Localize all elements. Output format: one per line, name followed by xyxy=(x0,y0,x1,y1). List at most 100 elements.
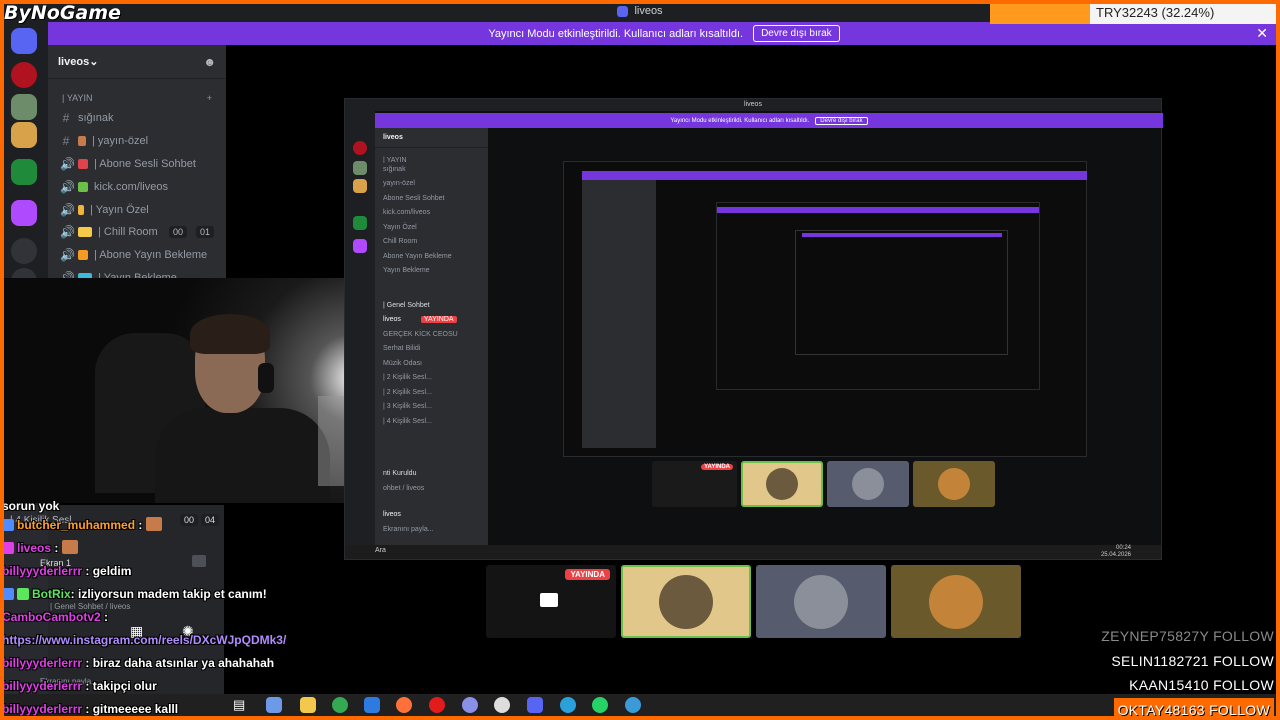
shared-voice-user: | 2 Kişilik Sesl... xyxy=(383,388,432,396)
channel-label: | Abone Yayın Bekleme xyxy=(94,249,208,262)
shared-banner-text: Yayıncı Modu etkinleştirildi. Kullanıcı … xyxy=(670,117,810,124)
chrome-icon[interactable] xyxy=(332,697,348,713)
streamer-body xyxy=(155,408,330,503)
shared-screen-window: liveos Yayıncı Modu etkinleştirildi. Kul… xyxy=(344,98,1163,560)
chat-message: liveos : xyxy=(2,537,302,560)
hash-icon: # xyxy=(62,111,70,126)
nested-banner xyxy=(717,207,1039,213)
server-icon-star xyxy=(353,141,367,155)
server-header[interactable]: liveos ⌄ ☻ xyxy=(48,45,226,79)
bot-badge-icon xyxy=(17,588,29,600)
shared-channel: Chill Room xyxy=(383,238,418,245)
shared-voice-user: | 3 Kişilik Sesl... xyxy=(383,403,432,410)
edge-icon[interactable] xyxy=(625,697,641,713)
shared-server-name: liveos xyxy=(375,128,488,148)
channel-label: | Abone Sesli Sohbet xyxy=(94,157,196,170)
channel-item[interactable]: # | yayın-özel xyxy=(48,130,226,153)
ticker-value: TRY32243 (32.24%) xyxy=(1090,2,1280,24)
window-title: liveos xyxy=(617,5,663,17)
chat-overlay: sorun yok butcher_muhammed : liveos : bi… xyxy=(2,498,302,720)
channel-category[interactable]: | YAYIN + xyxy=(48,79,226,107)
shared-streamer-banner: Yayıncı Modu etkinleştirildi. Kullanıcı … xyxy=(375,113,1163,128)
channel-item[interactable]: # sığınak xyxy=(48,107,226,130)
nested-screen-3 xyxy=(795,230,1008,355)
emoji-icon xyxy=(78,204,84,215)
user-count-badge: 00 xyxy=(168,226,187,239)
whatsapp-icon[interactable] xyxy=(592,697,608,713)
speaker-icon: 🔊 xyxy=(60,248,75,263)
follower-entry: SELIN1182721 FOLLOW xyxy=(1111,652,1274,669)
server-icon-star[interactable] xyxy=(11,62,37,88)
nested-sidebar xyxy=(582,180,656,448)
emoji-icon xyxy=(78,136,86,147)
app-icon[interactable] xyxy=(462,697,478,713)
opera-icon[interactable] xyxy=(429,697,445,713)
headset-icon xyxy=(258,363,274,393)
add-member-icon[interactable]: ☻ xyxy=(203,55,216,69)
speaker-icon: 🔊 xyxy=(60,202,75,217)
stream-tile-live[interactable]: YAYINDA xyxy=(486,565,616,638)
firefox-icon[interactable] xyxy=(396,697,412,713)
avatar xyxy=(659,574,713,629)
live-badge: YAYINDA xyxy=(565,569,610,580)
broadcaster-badge-icon xyxy=(2,542,14,554)
channel-item[interactable]: 🔊 | Abone Sesli Sohbet xyxy=(48,153,226,176)
chat-message: https://www.instagram.com/reels/DXcWJpQD… xyxy=(2,629,302,652)
mail-icon[interactable] xyxy=(364,697,380,713)
shared-channel: sığınak xyxy=(383,165,406,173)
category-label: YAYIN xyxy=(66,93,93,103)
emoji-icon xyxy=(78,181,88,192)
speaker-icon: 🔊 xyxy=(60,179,75,194)
file-explorer-icon[interactable] xyxy=(300,697,316,713)
avatar xyxy=(766,468,798,500)
stream-tile-user-3[interactable] xyxy=(891,565,1021,638)
chat-link[interactable]: https://www.instagram.com/reels/DXcWJpQD… xyxy=(2,633,286,647)
obs-icon[interactable] xyxy=(494,697,510,713)
chat-message: sorun yok xyxy=(2,499,60,513)
banner-close-icon[interactable]: ✕ xyxy=(1256,25,1268,42)
add-server-icon[interactable] xyxy=(11,238,37,264)
inner-stream-tile-user-2 xyxy=(827,461,909,507)
channel-item[interactable]: 🔊 | Yayın Özel xyxy=(48,198,226,221)
shared-voice-user: GERÇEK KİCK CEOSU xyxy=(383,330,458,338)
shared-titlebar: liveos xyxy=(345,99,1161,111)
server-icon-folder[interactable] xyxy=(11,94,37,120)
emote-icon xyxy=(61,540,78,554)
server-icon-folder-2[interactable] xyxy=(11,200,37,226)
chat-message: billyyyderlerrr : geldim xyxy=(2,564,132,578)
server-icon-2[interactable] xyxy=(11,122,37,148)
server-name: liveos xyxy=(58,55,90,68)
shared-voice-user: | 2 Kişilik Sesl... xyxy=(383,374,432,381)
inner-stream-tile-live: YAYINDA xyxy=(652,461,737,507)
stream-tile-user-1[interactable] xyxy=(621,565,751,638)
channel-item[interactable]: 🔊 kick.com/liveos xyxy=(48,175,226,198)
shared-live-badge: YAYINDA xyxy=(420,316,457,323)
shared-voice-user: | 4 Kişilik Sesl... xyxy=(383,417,432,425)
shared-voice-user: Müzik Odası xyxy=(383,359,422,367)
telegram-icon[interactable] xyxy=(560,697,576,713)
add-channel-icon[interactable]: + xyxy=(207,93,212,103)
shared-call-label: nti Kuruldu xyxy=(383,470,417,477)
shared-voice-user: liveos YAYINDA xyxy=(375,313,488,328)
emoji-icon xyxy=(78,158,88,169)
discord-taskbar-icon[interactable] xyxy=(527,697,543,713)
streamer-mode-banner: Yayıncı Modu etkinleştirildi. Kullanıcı … xyxy=(48,22,1280,45)
shared-channel: Abone Yayın Bekleme xyxy=(383,252,452,260)
disable-streamer-mode-button[interactable]: Devre dışı bırak xyxy=(753,25,840,42)
server-icon-kick[interactable] xyxy=(11,159,37,185)
chevron-down-icon: ⌄ xyxy=(89,56,99,68)
speaker-icon: 🔊 xyxy=(60,156,75,171)
discord-home-icon[interactable] xyxy=(11,28,37,54)
banner-text: Yayıncı Modu etkinleştirildi. Kullanıcı … xyxy=(488,27,744,40)
nested-banner xyxy=(582,171,1087,180)
channel-item[interactable]: 🔊 | Chill Room 00 01 xyxy=(48,221,226,244)
stream-tile-user-2[interactable] xyxy=(756,565,886,638)
user-limit-badge: 01 xyxy=(195,226,214,239)
channel-item[interactable]: 🔊 | Abone Yayın Bekleme xyxy=(48,244,226,267)
ticker-swatch xyxy=(990,2,1090,24)
avatar xyxy=(852,468,884,500)
shared-bottom-sub: Ekranını payla... xyxy=(383,525,434,533)
shared-channel: Yayın Özel xyxy=(383,223,417,231)
badge-icon xyxy=(2,519,14,531)
shared-taskbar: Ara 00:24 25.04.2026 xyxy=(345,545,1161,559)
